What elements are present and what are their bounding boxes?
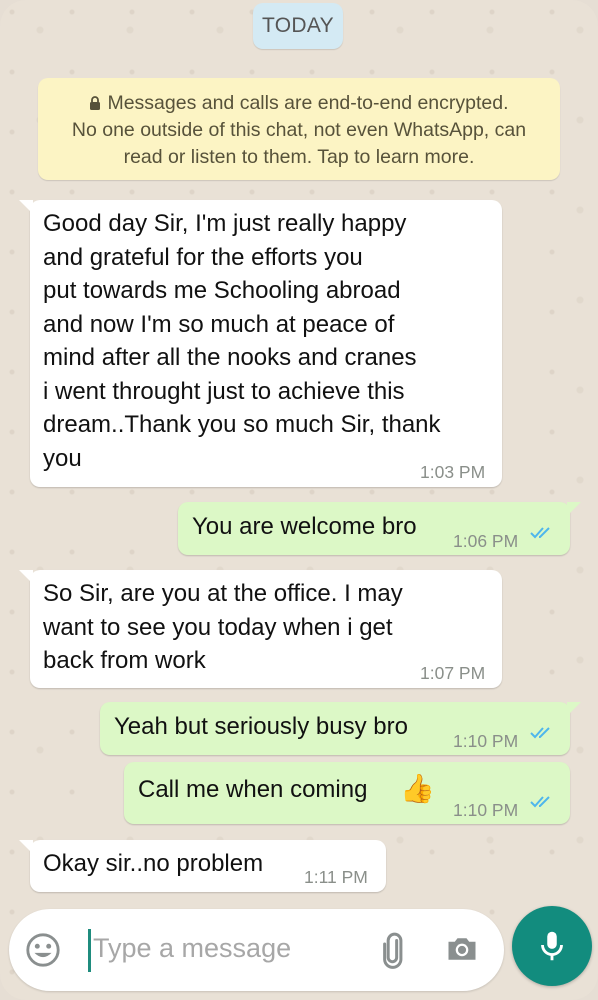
attach-icon[interactable] [371,929,411,969]
encryption-line-3: read or listen to them. Tap to learn mor… [123,146,475,168]
encryption-line-1: Messages and calls are end-to-end encryp… [48,90,550,117]
message-time: 1:03 PM [420,462,486,482]
message-time: 1:11 PM [304,867,368,887]
message-time: 1:10 PM [453,731,519,751]
encryption-line-1-text: Messages and calls are end-to-end encryp… [107,92,509,114]
message-bubble-outgoing[interactable]: You are welcome bro 1:06 PM [178,502,581,555]
message-time: 1:06 PM [453,531,519,551]
message-bubble-outgoing[interactable]: Call me when coming 👍 1:10 PM [124,762,570,824]
message-bubble-incoming[interactable]: Good day Sir, I'm just really happy and … [19,200,502,487]
voice-record-button[interactable] [512,906,592,986]
message-text: Good day Sir, I'm just really happy and … [43,210,441,472]
date-divider: TODAY [253,3,343,49]
message-bubble-incoming[interactable]: So Sir, are you at the office. I may wan… [19,570,502,688]
emoji-icon[interactable] [24,931,62,969]
read-receipt-icon [530,796,550,808]
message-bubble-incoming[interactable]: Okay sir..no problem 1:11 PM [19,840,386,892]
message-text: Okay sir..no problem [43,850,264,877]
encryption-notice[interactable]: Messages and calls are end-to-end encryp… [38,78,560,180]
message-text: You are welcome bro [192,513,417,540]
read-receipt-icon [530,727,550,739]
encryption-line-2: No one outside of this chat, not even Wh… [71,119,527,141]
message-bubble-outgoing[interactable]: Yeah but seriously busy bro 1:10 PM [100,702,581,755]
message-input[interactable]: Type a message [93,933,291,964]
mic-icon [541,931,563,961]
text-cursor [88,929,91,972]
thumbs-up-emoji: 👍 [400,773,435,804]
message-composer[interactable]: Type a message [9,909,504,991]
lock-icon [90,96,101,110]
camera-icon[interactable] [443,931,481,967]
chat-area[interactable]: TODAY Messages and calls are end-to-end … [0,0,598,1000]
message-text: Yeah but seriously busy bro [114,713,408,740]
message-text: Call me when coming [138,776,368,803]
read-receipt-icon [530,527,550,539]
message-time: 1:07 PM [420,663,486,683]
message-time: 1:10 PM [453,800,519,820]
